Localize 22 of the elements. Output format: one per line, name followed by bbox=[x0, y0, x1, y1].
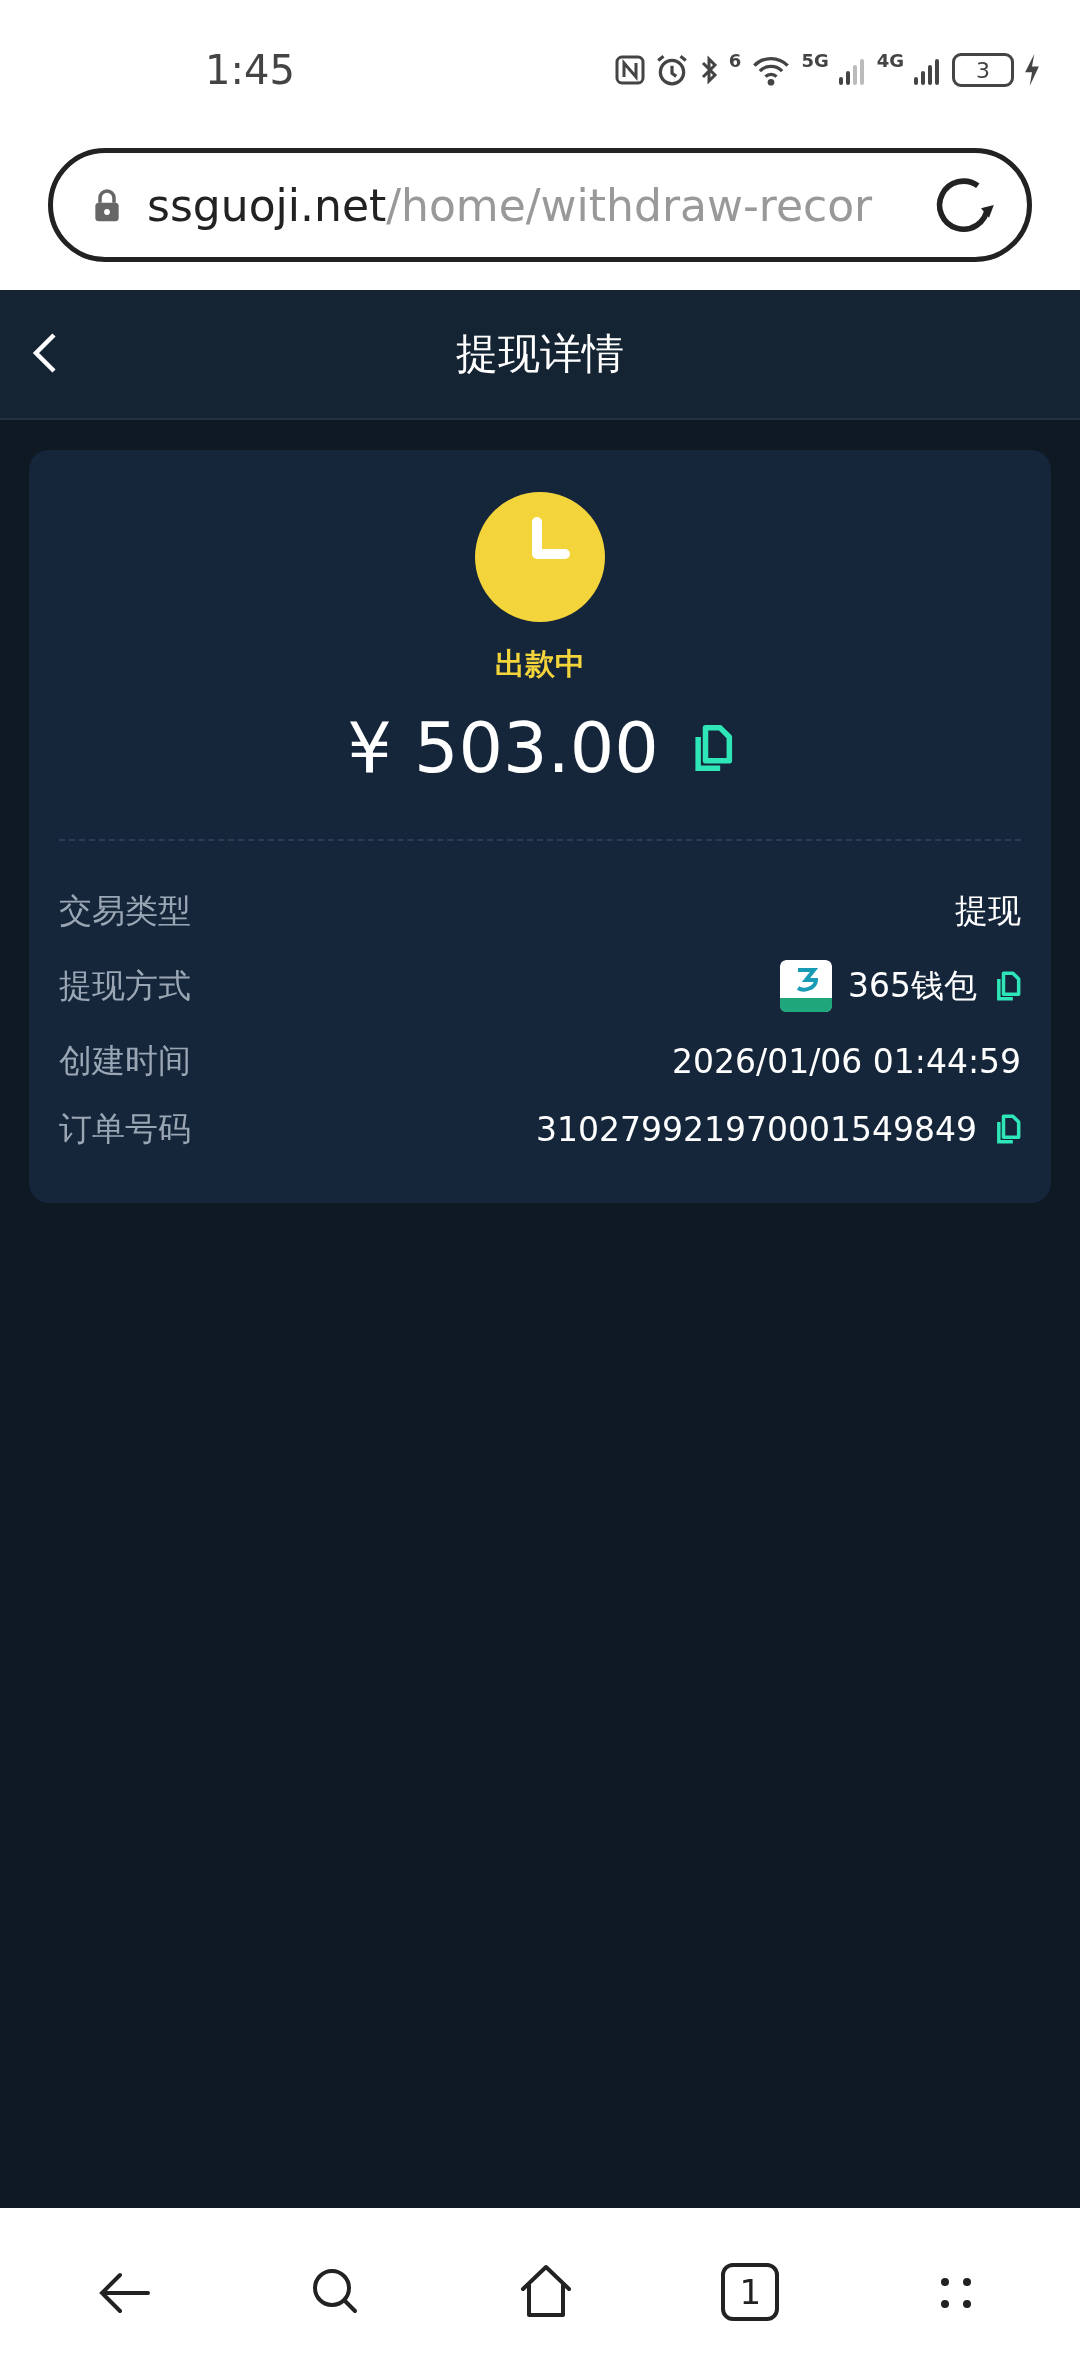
address-bar[interactable]: ssguoji.net/home/withdraw-recor bbox=[48, 148, 1032, 262]
battery-indicator: 3 bbox=[952, 53, 1014, 87]
field-label: 创建时间 bbox=[59, 1039, 191, 1082]
field-label: 订单号码 bbox=[59, 1107, 191, 1150]
clock-icon bbox=[475, 492, 605, 622]
field-value: 提现 bbox=[955, 889, 1021, 932]
network-label: 4G bbox=[876, 49, 904, 71]
network-label: 5G bbox=[801, 49, 829, 71]
field-value: 310279921970001549849 bbox=[536, 1109, 977, 1149]
wifi-label: 6 bbox=[728, 49, 742, 71]
field-value: 2026/01/06 01:44:59 bbox=[672, 1041, 1021, 1081]
status-time: 1:45 bbox=[205, 47, 296, 93]
amount: ¥ 503.00 bbox=[347, 707, 659, 789]
wallet-logo-icon bbox=[780, 960, 832, 1012]
field-label: 提现方式 bbox=[59, 964, 191, 1007]
tab-count-button[interactable]: 1 bbox=[721, 2263, 780, 2321]
field-label: 交易类型 bbox=[59, 889, 191, 932]
page-title: 提现详情 bbox=[456, 328, 624, 380]
url-text: ssguoji.net/home/withdraw-recor bbox=[147, 179, 874, 231]
lock-icon bbox=[93, 187, 121, 223]
field-value: 365钱包 bbox=[848, 964, 977, 1007]
status-label: 出款中 bbox=[495, 645, 585, 683]
